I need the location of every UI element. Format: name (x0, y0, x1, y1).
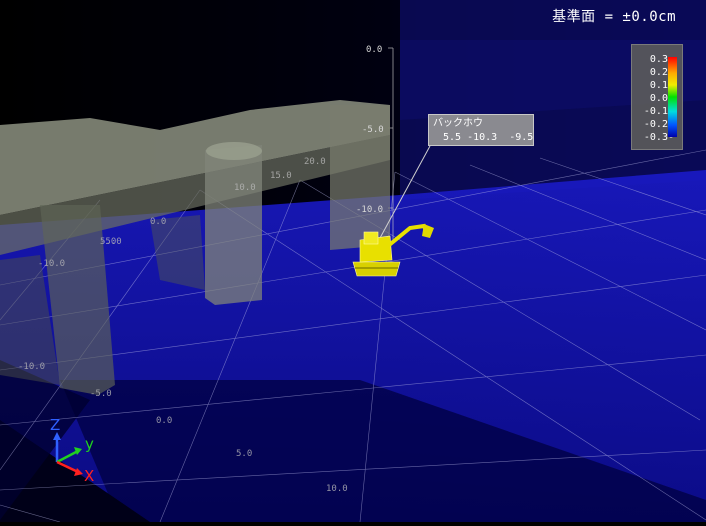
vertical-axis-label: -10.0 (356, 205, 383, 215)
vertical-axis-label: -5.0 (362, 125, 384, 135)
callout-title: バックホウ (433, 118, 483, 129)
grid-label: -5.0 (100, 237, 122, 247)
callout-coordinates: 5.5 -10.3 -9.5 (443, 132, 534, 143)
grid-label: 0.0 (156, 416, 172, 426)
reference-level-label: 基準面 = ±0.0cm (552, 9, 676, 25)
grid-label: -5.0 (90, 389, 112, 399)
grid-label: 5.0 (236, 449, 252, 459)
scene-canvas[interactable]: 0.0 -5.0 -10.0 20.0 15.0 10.0 5.0 0.0 -5… (0, 0, 706, 523)
grid-label: 20.0 (304, 157, 326, 167)
legend-color-bar (668, 57, 677, 137)
axis-x-label: X (84, 467, 94, 485)
grid-label: 10.0 (234, 183, 256, 193)
grid-label: -10.0 (18, 362, 45, 372)
axis-z-label: Z (50, 416, 60, 434)
grid-label: 15.0 (270, 171, 292, 181)
color-legend: 0.3- 0.2- 0.1- 0.0- -0.1- -0.2- -0.3- (631, 44, 683, 150)
grid-label: -10.0 (38, 259, 65, 269)
grid-label: 0.0 (150, 217, 166, 227)
vertical-axis-label: 0.0 (366, 45, 382, 55)
3d-viewport[interactable]: 0.0 -5.0 -10.0 20.0 15.0 10.0 5.0 0.0 -5… (0, 0, 706, 523)
excavator-callout[interactable]: バックホウ 5.5 -10.3 -9.5 (428, 114, 534, 146)
axis-y-label: y (85, 435, 94, 453)
grid-label: 10.0 (326, 484, 348, 494)
